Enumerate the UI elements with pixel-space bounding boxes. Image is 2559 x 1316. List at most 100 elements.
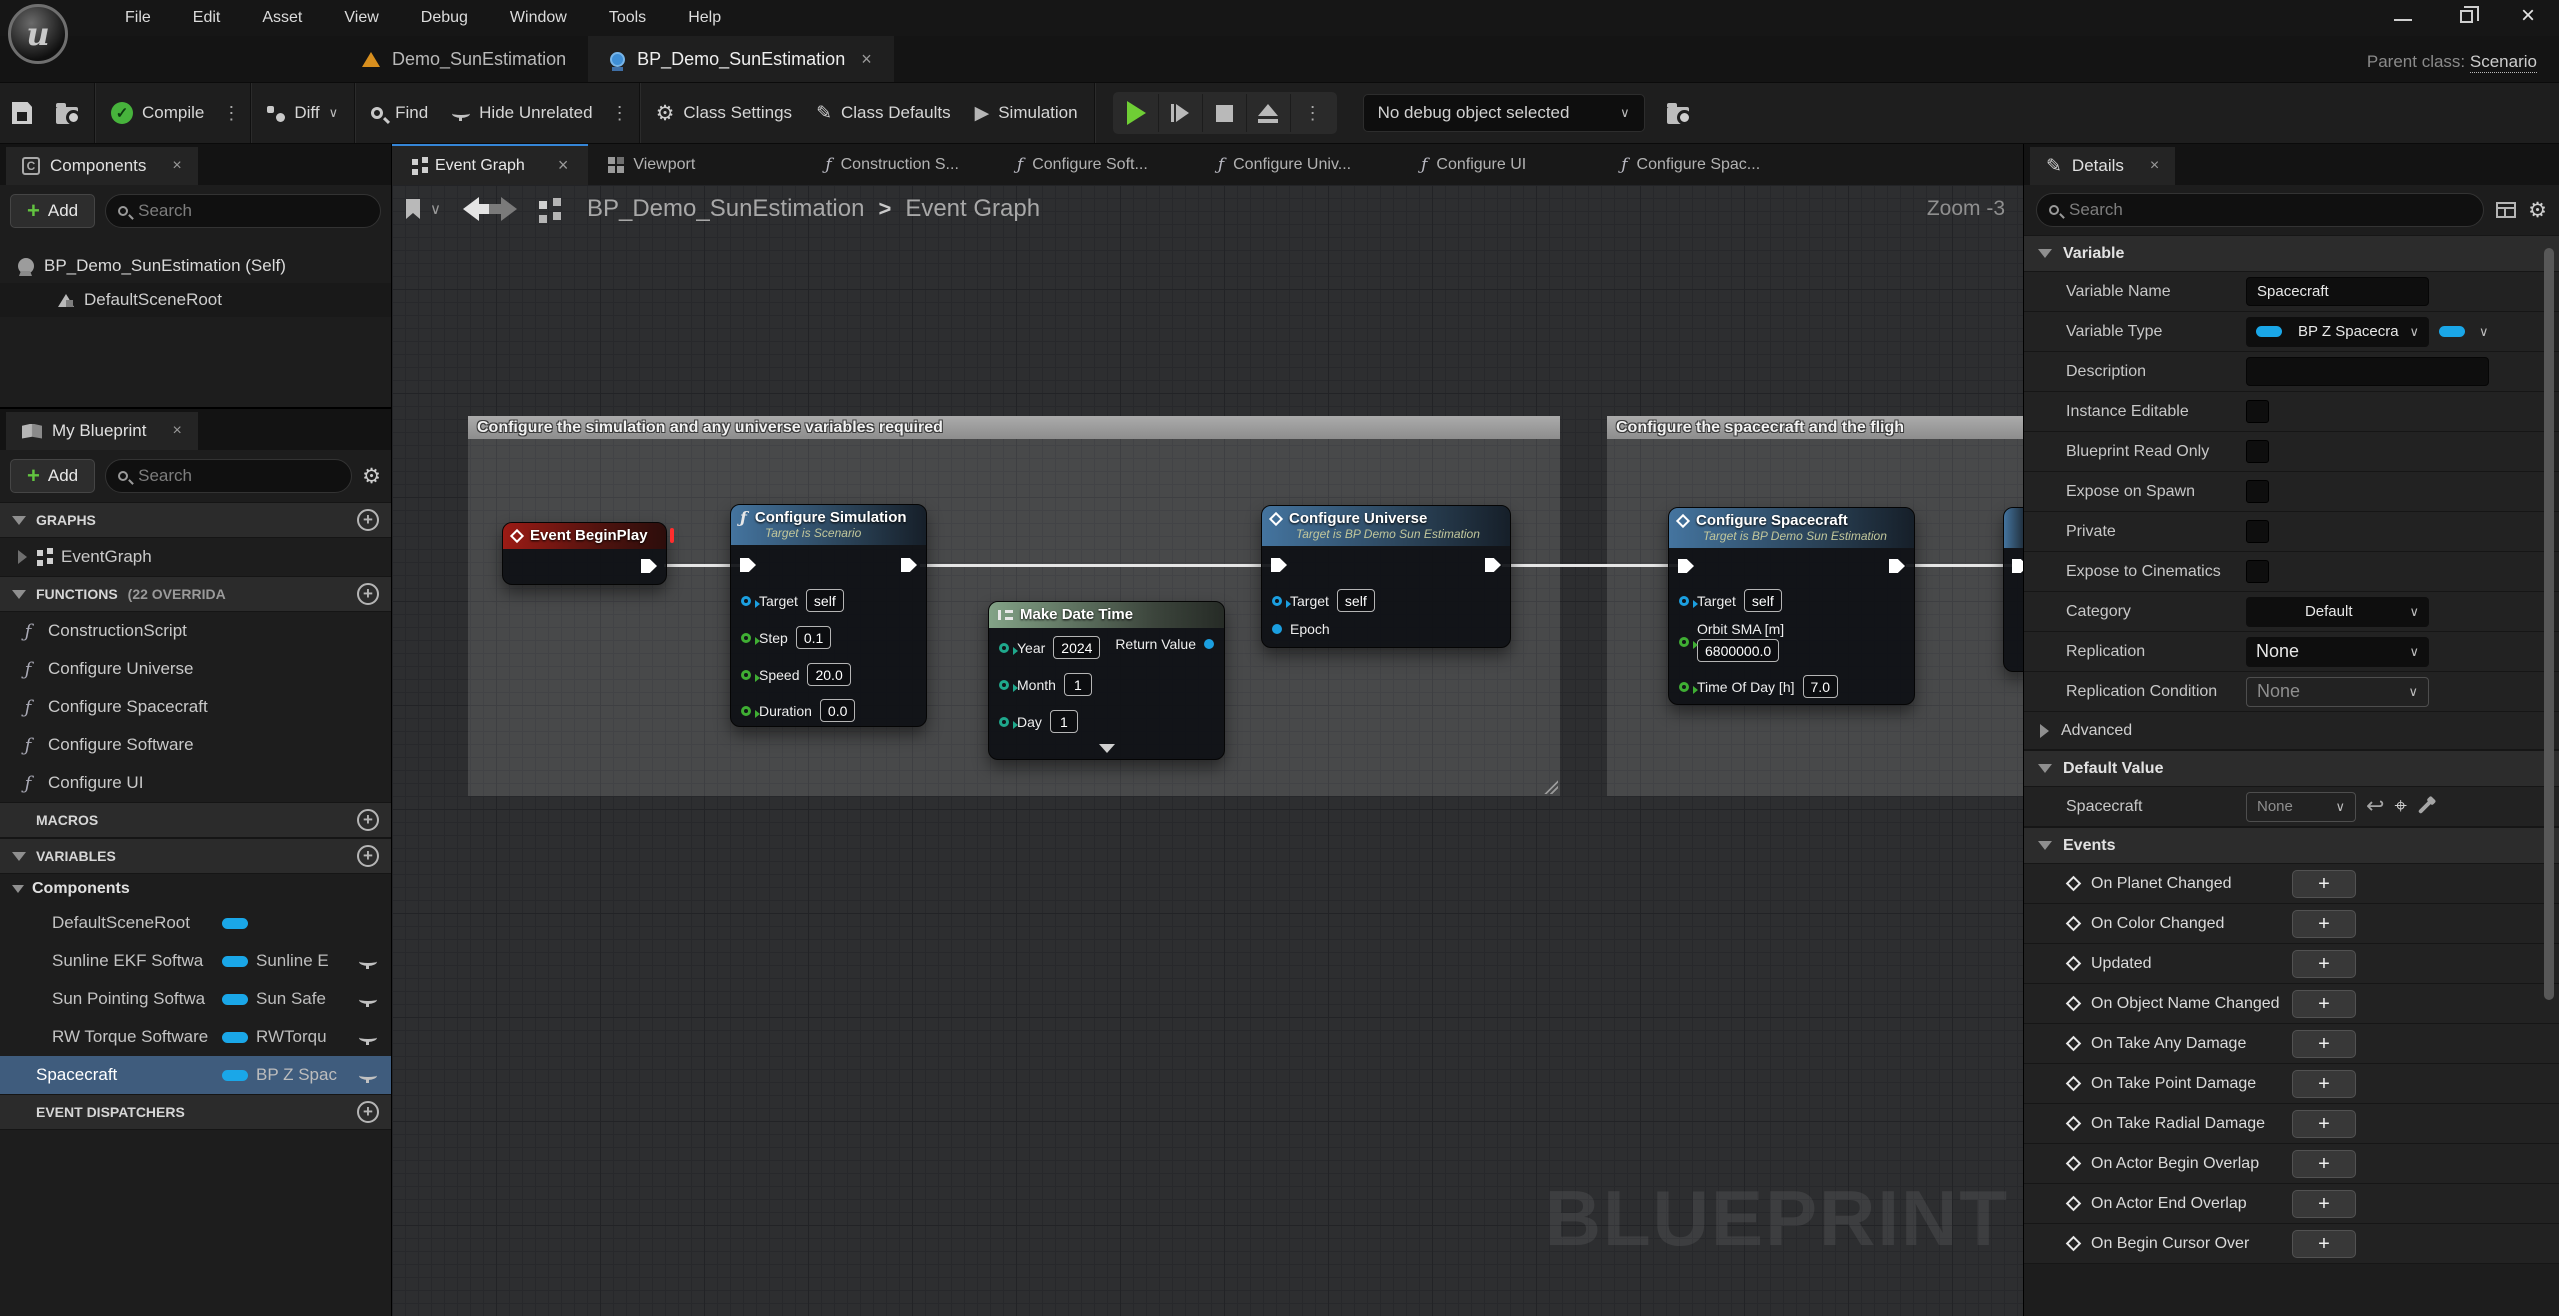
variable-rw-torque-row[interactable]: RW Torque Software RWTorqu: [0, 1018, 391, 1056]
close-window-icon[interactable]: ×: [2521, 6, 2535, 26]
pin-value[interactable]: 1: [1050, 710, 1078, 733]
expand-arrow-icon[interactable]: [18, 550, 27, 564]
function-configure-spacecraft-row[interactable]: ƒConfigure Spacecraft: [0, 688, 391, 726]
menu-tools[interactable]: Tools: [588, 9, 667, 27]
struct-out-pin-icon[interactable]: [1204, 639, 1214, 649]
add-component-button[interactable]: + Add: [10, 194, 95, 228]
close-tab-icon[interactable]: ×: [861, 49, 872, 70]
pin-value[interactable]: 2024: [1053, 636, 1100, 659]
add-event-button[interactable]: +: [2292, 910, 2356, 938]
object-pin-icon[interactable]: [741, 596, 751, 606]
node-header[interactable]: Configure Spacecraft Target is BP Demo S…: [1669, 508, 1914, 548]
object-pin-icon[interactable]: [1679, 596, 1689, 606]
node-header[interactable]: ƒ Configure Simulation Target is Scenari…: [731, 505, 926, 545]
float-pin-icon[interactable]: [1679, 682, 1689, 692]
class-defaults-button[interactable]: ✎ Class Defaults: [804, 83, 963, 143]
category-dropdown[interactable]: Default ∨: [2246, 597, 2429, 627]
save-button[interactable]: [0, 83, 44, 143]
menu-debug[interactable]: Debug: [400, 9, 489, 27]
add-event-dispatcher-icon[interactable]: +: [357, 1101, 379, 1123]
eye-closed-icon[interactable]: [359, 995, 377, 1004]
variables-section-header[interactable]: VARIABLES +: [0, 838, 391, 874]
blueprint-read-only-checkbox[interactable]: [2246, 440, 2269, 463]
find-button[interactable]: Find: [359, 83, 440, 143]
node-make-date-time[interactable]: Make Date Time Year 2024 Month 1: [988, 601, 1225, 760]
struct-pin-icon[interactable]: [1272, 624, 1282, 634]
diff-button[interactable]: Diff ∨: [255, 83, 350, 143]
pin-day[interactable]: Day 1: [999, 710, 1078, 733]
eye-closed-icon[interactable]: [359, 1071, 377, 1080]
details-scrollbar[interactable]: [2544, 248, 2554, 1000]
chevron-down-icon[interactable]: ∨: [430, 200, 441, 218]
eye-closed-icon[interactable]: [359, 957, 377, 966]
hide-unrelated-button[interactable]: Hide Unrelated: [440, 83, 604, 143]
compile-button[interactable]: ✓ Compile: [99, 83, 216, 143]
default-value-section-header[interactable]: Default Value: [2024, 750, 2559, 787]
tab-configure-spacecraft[interactable]: ƒ Configure Spac...: [1601, 144, 1780, 185]
eject-button[interactable]: [1247, 94, 1291, 132]
pin-return-value[interactable]: Return Value: [1115, 636, 1214, 652]
pin-value[interactable]: 6800000.0: [1697, 639, 1779, 662]
pin-value[interactable]: self: [1744, 589, 1782, 612]
add-variable-icon[interactable]: +: [357, 845, 379, 867]
browse-asset-button[interactable]: [44, 83, 90, 143]
compile-options-icon[interactable]: ⋮: [216, 103, 246, 124]
pin-time-of-day[interactable]: Time Of Day [h] 7.0: [1679, 675, 1838, 698]
expand-pins-icon[interactable]: [1099, 744, 1115, 753]
tab-configure-ui[interactable]: ƒ Configure UI: [1401, 144, 1546, 185]
eyedropper-icon[interactable]: [2418, 799, 2432, 813]
exec-in-pin[interactable]: [1271, 558, 1287, 572]
float-pin-icon[interactable]: [741, 706, 751, 716]
node-header[interactable]: Event BeginPlay: [503, 523, 666, 549]
node-header[interactable]: Configure Universe Target is BP Demo Sun…: [1262, 506, 1510, 546]
variables-category-components[interactable]: Components: [0, 874, 391, 904]
tab-configure-universe[interactable]: ƒ Configure Univ...: [1198, 144, 1371, 185]
pin-value[interactable]: 0.0: [820, 699, 855, 722]
function-configure-ui-row[interactable]: ƒConfigure UI: [0, 764, 391, 802]
variable-sun-pointing-row[interactable]: Sun Pointing Softwa Sun Safe: [0, 980, 391, 1018]
function-constructionscript-row[interactable]: ƒConstructionScript: [0, 612, 391, 650]
variable-spacecraft-row[interactable]: Spacecraft BP Z Spac: [0, 1056, 391, 1094]
parent-class-link[interactable]: Scenario: [2470, 52, 2537, 73]
pin-duration[interactable]: Duration 0.0: [741, 699, 855, 722]
node-configure-spacecraft[interactable]: Configure Spacecraft Target is BP Demo S…: [1668, 507, 1915, 705]
exec-out-pin[interactable]: [1485, 558, 1501, 572]
debug-object-dropdown[interactable]: No debug object selected ∨: [1363, 94, 1645, 132]
graph-canvas[interactable]: ∨ BP_Demo_SunEstimation > Event Graph Zo…: [392, 185, 2023, 1316]
variable-name-input[interactable]: [2246, 277, 2429, 306]
eye-closed-icon[interactable]: [359, 1033, 377, 1042]
add-event-button[interactable]: +: [2292, 990, 2356, 1018]
events-section-header[interactable]: Events: [2024, 827, 2559, 864]
menu-asset[interactable]: Asset: [241, 9, 323, 27]
stop-button[interactable]: [1203, 94, 1247, 132]
gear-icon[interactable]: ⚙: [2528, 198, 2547, 222]
breadcrumb-root[interactable]: BP_Demo_SunEstimation: [587, 195, 864, 223]
event-dispatchers-section-header[interactable]: EVENT DISPATCHERS +: [0, 1094, 391, 1130]
add-macro-icon[interactable]: +: [357, 809, 379, 831]
nav-forward-icon[interactable]: [501, 197, 517, 221]
exec-out-pin[interactable]: [901, 558, 917, 572]
pin-year[interactable]: Year 2024: [999, 636, 1100, 659]
component-defaultsceneroot-row[interactable]: DefaultSceneRoot: [0, 283, 391, 317]
instance-editable-checkbox[interactable]: [2246, 400, 2269, 423]
container-type-dropdown[interactable]: ∨: [2439, 324, 2489, 340]
menu-help[interactable]: Help: [667, 9, 742, 27]
graphs-section-header[interactable]: GRAPHS +: [0, 502, 391, 538]
close-icon[interactable]: ×: [2150, 157, 2159, 175]
display-filter-icon[interactable]: [2496, 202, 2516, 218]
step-button[interactable]: [1159, 94, 1203, 132]
pin-value[interactable]: 0.1: [796, 626, 831, 649]
tab-viewport[interactable]: Viewport: [588, 144, 715, 185]
default-value-dropdown[interactable]: None ∨: [2246, 792, 2356, 822]
replication-dropdown[interactable]: None ∨: [2246, 637, 2429, 667]
pin-orbit-sma[interactable]: Orbit SMA [m] 6800000.0: [1679, 621, 1784, 662]
simulation-button[interactable]: ▶ Simulation: [963, 83, 1090, 143]
close-icon[interactable]: ×: [172, 157, 181, 175]
tab-bp-demo-sunestimation[interactable]: BP_Demo_SunEstimation ×: [588, 36, 894, 82]
function-configure-software-row[interactable]: ƒConfigure Software: [0, 726, 391, 764]
add-event-button[interactable]: +: [2292, 870, 2356, 898]
pin-step[interactable]: Step 0.1: [741, 626, 831, 649]
add-event-button[interactable]: +: [2292, 1070, 2356, 1098]
pin-value[interactable]: self: [1337, 589, 1375, 612]
details-search-input[interactable]: [2069, 200, 2471, 220]
